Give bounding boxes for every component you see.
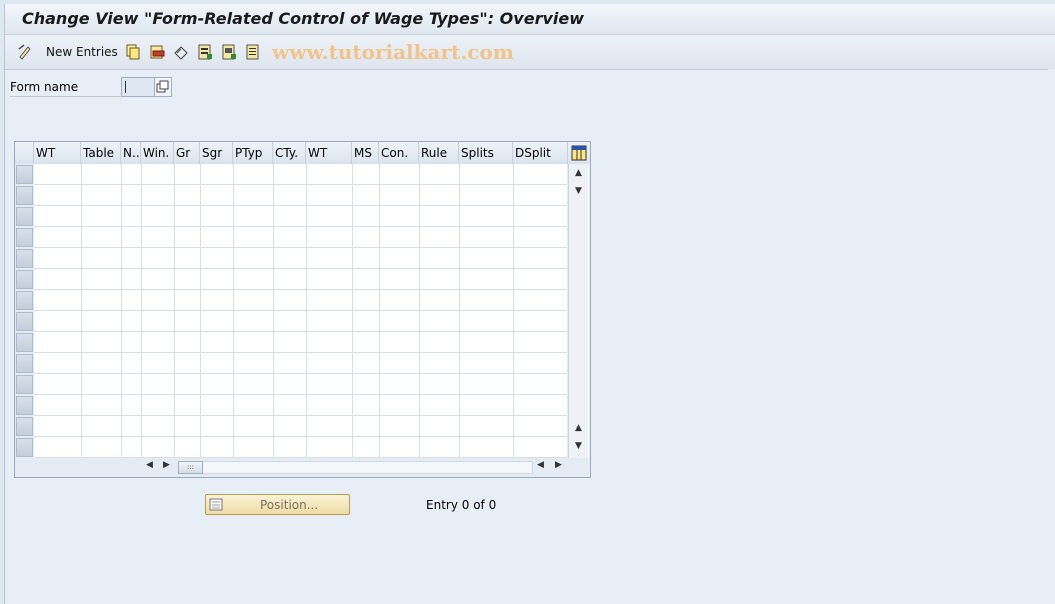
row-divider	[34, 352, 567, 353]
row-selector[interactable]	[16, 165, 33, 184]
row-divider	[34, 268, 567, 269]
scroll-up-icon[interactable]: ▲	[575, 168, 582, 178]
entry-count: Entry 0 of 0	[426, 498, 497, 512]
row-divider	[34, 373, 567, 374]
row-selector[interactable]	[16, 396, 33, 415]
scroll-page-down-icon[interactable]: ▼	[575, 441, 582, 451]
column-header-wt-2[interactable]: WT	[306, 142, 352, 164]
page-title: Change View "Form-Related Control of Wag…	[22, 9, 584, 28]
vertical-scrollbar[interactable]: ▲ ▼ ▲ ▼	[568, 164, 590, 458]
scroll-track[interactable]	[178, 461, 533, 474]
column-header-ptyp[interactable]: PTyp	[233, 142, 273, 164]
watermark-text: www.tutorialkart.com	[272, 40, 514, 64]
table-body[interactable]	[34, 164, 567, 458]
position-button[interactable]: Position...	[205, 494, 350, 515]
scroll-down-icon[interactable]: ▼	[575, 186, 582, 196]
column-divider	[352, 164, 353, 458]
position-icon	[209, 498, 223, 511]
text-caret	[125, 81, 126, 93]
column-divider	[200, 164, 201, 458]
row-divider	[34, 289, 567, 290]
row-divider	[34, 247, 567, 248]
row-selector[interactable]	[16, 417, 33, 436]
column-header-sgr[interactable]: Sgr	[200, 142, 233, 164]
scroll-left-icon[interactable]: ◀	[146, 460, 153, 470]
scroll-right-icon[interactable]: ▶	[163, 460, 170, 470]
column-header-wt[interactable]: WT	[34, 142, 81, 164]
row-selector[interactable]	[16, 186, 33, 205]
row-selector[interactable]	[16, 249, 33, 268]
page-scrollbar[interactable]	[1048, 69, 1055, 604]
column-header-table[interactable]: Table	[81, 142, 121, 164]
column-divider	[174, 164, 175, 458]
row-selector[interactable]	[16, 291, 33, 310]
form-name-label: Form name	[10, 80, 128, 97]
horizontal-scrollbar[interactable]: ◀ ▶ ::: ◀ ▶	[15, 458, 590, 477]
main-window: Change View "Form-Related Control of Wag…	[4, 4, 1055, 604]
row-selector[interactable]	[16, 375, 33, 394]
column-header-cty[interactable]: CTy.	[273, 142, 306, 164]
row-divider	[34, 394, 567, 395]
column-header-n[interactable]: N..	[121, 142, 141, 164]
application-toolbar: New Entries www.tutorialkart.com	[5, 35, 1055, 70]
row-divider	[34, 310, 567, 311]
row-selector[interactable]	[16, 333, 33, 352]
column-divider	[141, 164, 142, 458]
column-header-splits[interactable]: Splits	[459, 142, 513, 164]
row-divider	[34, 331, 567, 332]
deselect-all-icon[interactable]	[245, 44, 261, 60]
column-header-ms[interactable]: MS	[352, 142, 379, 164]
column-divider	[121, 164, 122, 458]
column-divider	[459, 164, 460, 458]
row-divider	[34, 226, 567, 227]
column-header-dsplit[interactable]: DSplit	[513, 142, 568, 164]
column-header-gr[interactable]: Gr	[174, 142, 200, 164]
row-selector[interactable]	[16, 270, 33, 289]
row-selector[interactable]	[16, 354, 33, 373]
scroll-thumb[interactable]: :::	[178, 461, 203, 474]
table-settings-icon	[571, 145, 587, 161]
row-divider	[34, 415, 567, 416]
scroll-left-end-icon[interactable]: ◀	[537, 460, 544, 470]
row-divider	[34, 436, 567, 437]
table-settings-button[interactable]	[568, 142, 590, 164]
column-divider	[81, 164, 82, 458]
wage-types-table: WT Table N.. Win. Gr Sgr PTyp CTy. WT MS…	[14, 141, 591, 478]
column-divider	[273, 164, 274, 458]
scroll-page-up-icon[interactable]: ▲	[575, 423, 582, 433]
display-change-icon[interactable]	[17, 44, 33, 60]
column-divider	[233, 164, 234, 458]
column-header-con[interactable]: Con.	[379, 142, 419, 164]
title-bar: Change View "Form-Related Control of Wag…	[5, 4, 1055, 35]
select-block-icon[interactable]	[221, 44, 237, 60]
value-help-icon	[156, 80, 169, 93]
row-selector[interactable]	[16, 228, 33, 247]
row-divider	[34, 184, 567, 185]
column-divider	[379, 164, 380, 458]
select-all-icon[interactable]	[197, 44, 213, 60]
column-header-win[interactable]: Win.	[141, 142, 174, 164]
row-selector[interactable]	[16, 438, 33, 457]
new-entries-button[interactable]: New Entries	[46, 45, 118, 59]
row-selector[interactable]	[16, 312, 33, 331]
scroll-right-end-icon[interactable]: ▶	[555, 460, 562, 470]
undo-icon[interactable]	[173, 44, 189, 60]
delete-icon[interactable]	[149, 44, 165, 60]
column-header-rule[interactable]: Rule	[419, 142, 459, 164]
value-help-button[interactable]	[154, 77, 172, 97]
column-divider	[419, 164, 420, 458]
row-divider	[34, 205, 567, 206]
row-selector[interactable]	[16, 207, 33, 226]
position-button-label: Position...	[260, 498, 319, 512]
column-divider	[513, 164, 514, 458]
column-divider	[306, 164, 307, 458]
form-name-input[interactable]	[121, 77, 155, 97]
row-selector-header[interactable]	[15, 142, 34, 164]
copy-icon[interactable]	[125, 44, 141, 60]
